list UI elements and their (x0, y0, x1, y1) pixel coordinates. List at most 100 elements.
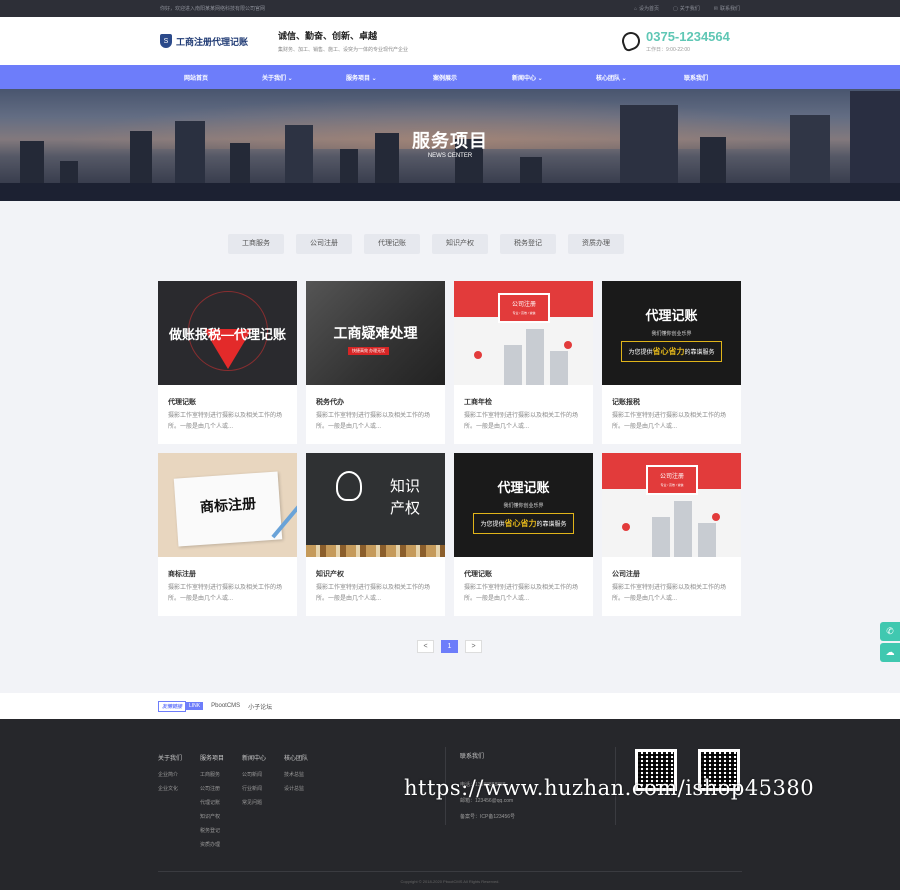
card-desc: 摄影工作室特别进行摄影以及相关工作的场所。一般是由几个人或... (168, 413, 283, 430)
card-image[interactable]: 知识产权 (306, 453, 445, 557)
nav-item-news[interactable]: 新闻中心 ⌄ (512, 73, 543, 82)
card-image-text: 工商疑难处理 (333, 325, 418, 341)
card-image[interactable]: 代理记账 我们懂你创业乐界 为您提供省心省力的靠谱服务 (454, 453, 593, 557)
pagination: < 1 > (417, 640, 482, 653)
card-image-text: 做账报税—代理记账 (168, 326, 286, 342)
card-image[interactable]: 代理记账 我们懂你创业乐界 为您提供省心省力的靠谱服务 (602, 281, 741, 385)
phone-float-icon[interactable]: ✆ (880, 622, 900, 641)
card-image-text: 商标注册 (199, 495, 256, 515)
site-footer: 关于我们 企业简介 企业文化 服务项目 工商服务 公司注册 代理记账 知识产权 … (0, 719, 900, 890)
friend-links: 友情链接 LINK PbootCMS 小子论坛 (0, 693, 900, 719)
hotline-hours: 工作日：9:00-22:00 (646, 47, 690, 53)
nav-item-team[interactable]: 核心团队 ⌄ (596, 73, 627, 82)
card-image-text: 代理记账 (497, 479, 550, 495)
friend-link[interactable]: 小子论坛 (248, 702, 272, 711)
service-card[interactable]: 做账报税—代理记账 代理记账 摄影工作室特别进行摄影以及相关工作的场所。一般是由… (158, 281, 297, 444)
card-title[interactable]: 记账报税 (602, 385, 741, 407)
card-title[interactable]: 商标注册 (158, 557, 297, 579)
card-image[interactable]: 公司注册 专业 / 高效 / 诚信 (454, 281, 593, 385)
shield-logo-icon: S (160, 34, 172, 48)
card-title[interactable]: 工商年检 (454, 385, 593, 407)
card-desc: 摄影工作室特别进行摄影以及相关工作的场所。一般是由几个人或... (612, 413, 727, 430)
slogan-main: 诚信、勤奋、创新、卓越 (278, 31, 378, 41)
service-card[interactable]: 公司注册 专业 / 高效 / 诚信 工商年检 摄影工作室特别进行摄影以及相关工作… (454, 281, 593, 444)
page-button-current[interactable]: 1 (441, 640, 458, 653)
nav-item-cases[interactable]: 案例展示 (433, 73, 457, 82)
tab-bookkeeping[interactable]: 代理记账 (364, 234, 420, 254)
top-bar: 你好，欢迎进入南阳某某网络科技有限公司官网 ⌂ 设为首页 ▢ 关于我们 ✉ 联系… (0, 0, 900, 17)
card-image[interactable]: 商标注册 (158, 453, 297, 557)
card-desc: 摄影工作室特别进行摄影以及相关工作的场所。一般是由几个人或... (612, 585, 727, 602)
contact-icp: 备案号：ICP备123456号 (460, 814, 516, 820)
card-desc: 摄影工作室特别进行摄影以及相关工作的场所。一般是由几个人或... (464, 413, 579, 430)
main-nav: 网站首页 关于我们 ⌄ 服务项目 ⌄ 案例展示 新闻中心 ⌄ 核心团队 ⌄ 联系… (0, 65, 900, 89)
card-image-tag: 快捷高效 办理无忧 (348, 347, 390, 355)
slogan-sub: 集财务、加工、销售、施工、设突为一体的专业现代产企业 (278, 47, 409, 53)
tab-company-registration[interactable]: 公司注册 (296, 234, 352, 254)
service-card[interactable]: 公司注册 专业 / 高效 / 诚信 公司注册 摄影工作室特别进行摄影以及相关工作… (602, 453, 741, 616)
friend-links-label: 友情链接 (158, 700, 187, 712)
tab-intellectual-property[interactable]: 知识产权 (432, 234, 488, 254)
footer-col-about: 关于我们 企业简介 企业文化 (158, 756, 183, 792)
hotline: 0375-1234564 工作日：9:00-22:00 (619, 29, 730, 53)
footer-col-team: 核心团队 技术总监 设计总监 (284, 756, 309, 792)
phone-icon (619, 29, 643, 53)
service-card[interactable]: 代理记账 我们懂你创业乐界 为您提供省心省力的靠谱服务 记账报税 摄影工作室特别… (602, 281, 741, 444)
tab-tax-registration[interactable]: 税务登记 (500, 234, 556, 254)
top-link-about[interactable]: ▢ 关于我们 (673, 5, 700, 13)
banner-subtitle: NEWS CENTER (427, 153, 473, 159)
card-image[interactable]: 做账报税—代理记账 (158, 281, 297, 385)
friend-links-label-en: LINK (186, 702, 204, 710)
page-banner: 服务项目 NEWS CENTER (0, 89, 900, 201)
banner-title: 服务项目 (412, 131, 488, 151)
service-card[interactable]: 商标注册 商标注册 摄影工作室特别进行摄影以及相关工作的场所。一般是由几个人或.… (158, 453, 297, 616)
books-icon (306, 545, 445, 557)
card-image[interactable]: 工商疑难处理 快捷高效 办理无忧 (306, 281, 445, 385)
watermark: https://www.huzhan.com/ishop45380 (404, 776, 815, 800)
service-card[interactable]: 知识产权 知识产权 摄影工作室特别进行摄影以及相关工作的场所。一般是由几个人或.… (306, 453, 445, 616)
logo-text: 工商注册代理记账 (176, 36, 249, 47)
card-title[interactable]: 代理记账 (158, 385, 297, 407)
card-image-box: 公司注册 专业 / 高效 / 诚信 (646, 465, 698, 495)
service-card[interactable]: 代理记账 我们懂你创业乐界 为您提供省心省力的靠谱服务 代理记账 摄影工作室特别… (454, 453, 593, 616)
next-page-button[interactable]: > (465, 640, 482, 653)
contact-heading: 联系我们 (460, 754, 485, 760)
top-links: ⌂ 设为首页 ▢ 关于我们 ✉ 联系我们 (634, 5, 740, 13)
tab-business-service[interactable]: 工商服务 (228, 234, 284, 254)
hotline-number: 0375-1234564 (646, 29, 730, 44)
footer-col-news: 新闻中心 公司新闻 行业新闻 常见问题 (242, 756, 267, 806)
tab-qualification[interactable]: 资质办理 (568, 234, 624, 254)
card-desc: 摄影工作室特别进行摄影以及相关工作的场所。一般是由几个人或... (168, 585, 283, 602)
nav-item-about[interactable]: 关于我们 ⌄ (262, 73, 293, 82)
nav-item-services[interactable]: 服务项目 ⌄ (346, 73, 377, 82)
wechat-float-icon[interactable]: ☁ (880, 643, 900, 662)
card-desc: 摄影工作室特别进行摄影以及相关工作的场所。一般是由几个人或... (316, 585, 431, 602)
side-contact-float: ✆ ☁ (880, 622, 900, 664)
prev-page-button[interactable]: < (417, 640, 434, 653)
card-image[interactable]: 公司注册 专业 / 高效 / 诚信 (602, 453, 741, 557)
card-title[interactable]: 税务代办 (306, 385, 445, 407)
card-desc: 摄影工作室特别进行摄影以及相关工作的场所。一般是由几个人或... (464, 585, 579, 602)
nav-item-contact[interactable]: 联系我们 (684, 73, 708, 82)
nav-item-home[interactable]: 网站首页 (184, 73, 208, 82)
slogan: 诚信、勤奋、创新、卓越 集财务、加工、销售、施工、设突为一体的专业现代产企业 (278, 29, 408, 53)
card-image-text: 知识产权 (389, 477, 420, 517)
card-desc: 摄影工作室特别进行摄影以及相关工作的场所。一般是由几个人或... (316, 413, 431, 430)
card-title[interactable]: 知识产权 (306, 557, 445, 579)
site-header: S 工商注册代理记账 诚信、勤奋、创新、卓越 集财务、加工、销售、施工、设突为一… (0, 17, 900, 65)
category-tabs: 工商服务 公司注册 代理记账 知识产权 税务登记 资质办理 (228, 234, 624, 254)
card-image-text: 代理记账 (645, 307, 698, 323)
card-title[interactable]: 代理记账 (454, 557, 593, 579)
welcome-text: 你好，欢迎进入南阳某某网络科技有限公司官网 (160, 6, 266, 12)
card-title[interactable]: 公司注册 (602, 557, 741, 579)
card-image-box: 公司注册 专业 / 高效 / 诚信 (498, 293, 550, 323)
top-link-contact[interactable]: ✉ 联系我们 (714, 5, 740, 13)
site-logo[interactable]: S 工商注册代理记账 (160, 34, 248, 48)
service-card[interactable]: 工商疑难处理 快捷高效 办理无忧 税务代办 摄影工作室特别进行摄影以及相关工作的… (306, 281, 445, 444)
top-link-home[interactable]: ⌂ 设为首页 (634, 5, 659, 13)
copyright: Copyright © 2018-2020 PbootCMS All Right… (400, 879, 500, 884)
friend-link[interactable]: PbootCMS (211, 703, 240, 709)
lightbulb-icon (336, 471, 362, 501)
service-grid: 做账报税—代理记账 代理记账 摄影工作室特别进行摄影以及相关工作的场所。一般是由… (158, 281, 742, 616)
footer-col-services: 服务项目 工商服务 公司注册 代理记账 知识产权 税务登记 资质办理 (200, 756, 225, 848)
